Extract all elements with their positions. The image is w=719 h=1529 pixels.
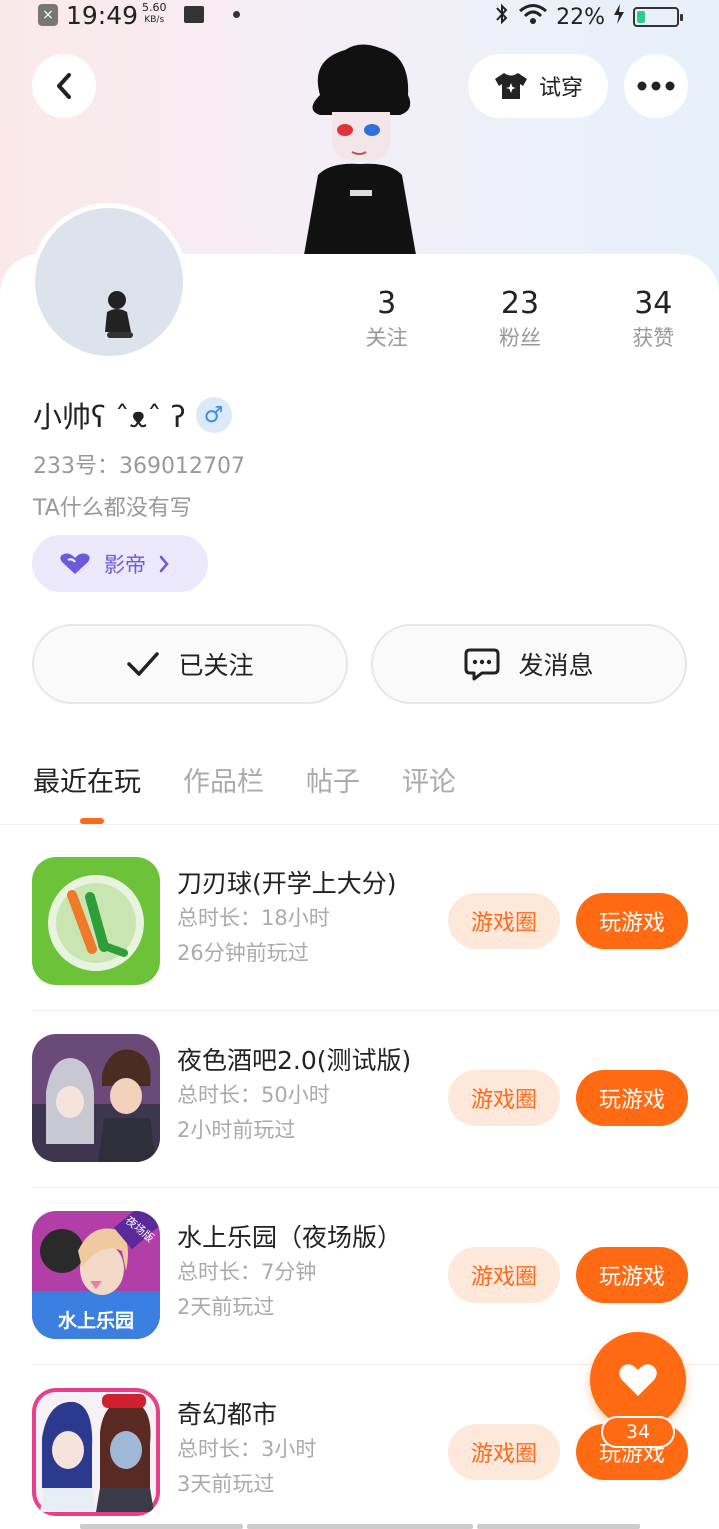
chat-bubble-icon (464, 648, 500, 681)
tab-recently-played[interactable]: 最近在玩 (33, 760, 141, 799)
battery-icon (633, 7, 683, 27)
avatar-figure-icon (105, 291, 133, 338)
like-button[interactable] (590, 1332, 686, 1428)
game-icon-fantasy-city (32, 1388, 160, 1516)
list-item[interactable]: 刀刃球(开学上大分) 总时长：18小时 26分钟前玩过 游戏圈 玩游戏 (32, 857, 688, 987)
game-duration: 总时长：18小时 (177, 906, 330, 930)
stat-following-count: 3 (377, 286, 397, 321)
title-badge[interactable]: 影帝 (32, 535, 208, 592)
like-count-badge: 34 (601, 1416, 675, 1448)
game-icon-caption: 水上乐园 (58, 1310, 134, 1332)
male-icon: ♂ (195, 397, 232, 433)
network-speed: 5.60 KB/s (142, 2, 167, 26)
game-last-played: 2天前玩过 (177, 1295, 275, 1319)
row-divider (32, 1187, 719, 1188)
game-title: 刀刃球(开学上大分) (177, 869, 397, 898)
send-message-button[interactable]: 发消息 (371, 624, 687, 704)
play-game-button[interactable]: 玩游戏 (576, 893, 688, 949)
indicator-bar (80, 1524, 243, 1529)
stat-likes-count: 34 (634, 286, 673, 321)
stat-following-label: 关注 (365, 326, 408, 350)
followed-button[interactable]: 已关注 (32, 624, 348, 704)
book-icon (184, 6, 204, 23)
game-circle-button[interactable]: 游戏圈 (448, 893, 560, 949)
stat-followers[interactable]: 23 粉丝 (453, 285, 586, 353)
tabs-divider (0, 824, 719, 825)
status-time: 19:49 (66, 1, 139, 30)
stat-followers-count: 23 (500, 286, 540, 321)
stat-followers-label: 粉丝 (498, 326, 541, 350)
game-title: 夜色酒吧2.0(测试版) (177, 1046, 412, 1075)
user-bio: TA什么都没有写 (33, 496, 192, 521)
tab-works[interactable]: 作品栏 (183, 760, 264, 799)
tab-comments[interactable]: 评论 (402, 760, 456, 799)
try-on-button[interactable]: 试穿 (468, 54, 608, 118)
game-duration: 总时长：7分钟 (177, 1260, 317, 1284)
game-duration: 总时长：50小时 (177, 1083, 330, 1107)
more-options-button[interactable] (624, 54, 688, 118)
game-duration: 总时长：3小时 (177, 1437, 317, 1461)
character-avatar-figure (304, 44, 416, 255)
bluetooth-icon (494, 2, 510, 32)
heart-badge-icon (60, 553, 90, 574)
followed-label: 已关注 (178, 651, 254, 680)
status-bar: × 19:49 5.60 KB/s 22% (0, 0, 719, 32)
checkmark-icon (127, 652, 160, 676)
row-divider (32, 1010, 719, 1011)
game-last-played: 2小时前玩过 (177, 1118, 296, 1142)
network-speed-value: 5.60 (142, 1, 167, 14)
indicator-bar (247, 1524, 473, 1529)
game-title: 水上乐园（夜场版） (177, 1223, 403, 1252)
chevron-left-icon (57, 73, 71, 99)
game-title: 奇幻都市 (177, 1400, 278, 1429)
stat-likes[interactable]: 34 获赞 (587, 285, 719, 353)
try-on-label: 试穿 (538, 76, 583, 101)
game-circle-button[interactable]: 游戏圈 (448, 1424, 560, 1480)
send-message-label: 发消息 (518, 651, 594, 680)
network-speed-unit: KB/s (144, 15, 165, 25)
bottom-scroll-indicators (80, 1524, 640, 1529)
list-item[interactable]: 夜色酒吧2.0(测试版) 总时长：50小时 2小时前玩过 游戏圈 玩游戏 (32, 1010, 719, 1164)
profile-stats: 3 关注 23 粉丝 34 获赞 (320, 285, 719, 353)
game-last-played: 26分钟前玩过 (177, 941, 309, 965)
avatar[interactable] (30, 203, 188, 361)
heart-icon (619, 1364, 657, 1396)
back-button[interactable] (32, 54, 96, 118)
list-item[interactable]: 奇幻都市 总时长：3小时 3天前玩过 游戏圈 玩游戏 (32, 1364, 719, 1518)
more-dots-icon (637, 81, 675, 91)
list-item[interactable]: 夜场版 水上乐园 水上乐园（夜场版） 总时长：7分钟 2天前玩过 游戏圈 玩游戏 (32, 1187, 719, 1341)
play-game-button[interactable]: 玩游戏 (576, 1070, 688, 1126)
game-last-played: 3天前玩过 (177, 1472, 275, 1496)
game-icon-water-park: 夜场版 水上乐园 (32, 1211, 160, 1339)
stat-following[interactable]: 3 关注 (320, 285, 453, 353)
title-badge-label: 影帝 (104, 552, 146, 577)
dot-icon (233, 11, 240, 18)
game-circle-button[interactable]: 游戏圈 (448, 1070, 560, 1126)
shirt-icon (494, 73, 527, 99)
play-game-button[interactable]: 玩游戏 (576, 1247, 688, 1303)
tab-posts[interactable]: 帖子 (306, 760, 360, 799)
user-id: 233号：369012707 (33, 454, 245, 479)
username: 小帅ʕ ˆᴥˆ ʔ (33, 400, 186, 434)
username-row: 小帅ʕ ˆᴥˆ ʔ ♂ (33, 394, 232, 436)
battery-percent: 22% (556, 4, 605, 30)
profile-tabs: 最近在玩 作品栏 帖子 评论 (33, 760, 456, 799)
game-icon-blade-ball (32, 857, 160, 985)
indicator-bar (477, 1524, 640, 1529)
charging-icon (613, 4, 625, 30)
notification-icon: × (38, 4, 58, 26)
battery-fill (637, 11, 645, 23)
game-icon-night-bar (32, 1034, 160, 1162)
stat-likes-label: 获赞 (632, 326, 675, 350)
wifi-icon (518, 3, 548, 31)
chevron-right-icon (159, 555, 169, 572)
game-circle-button[interactable]: 游戏圈 (448, 1247, 560, 1303)
